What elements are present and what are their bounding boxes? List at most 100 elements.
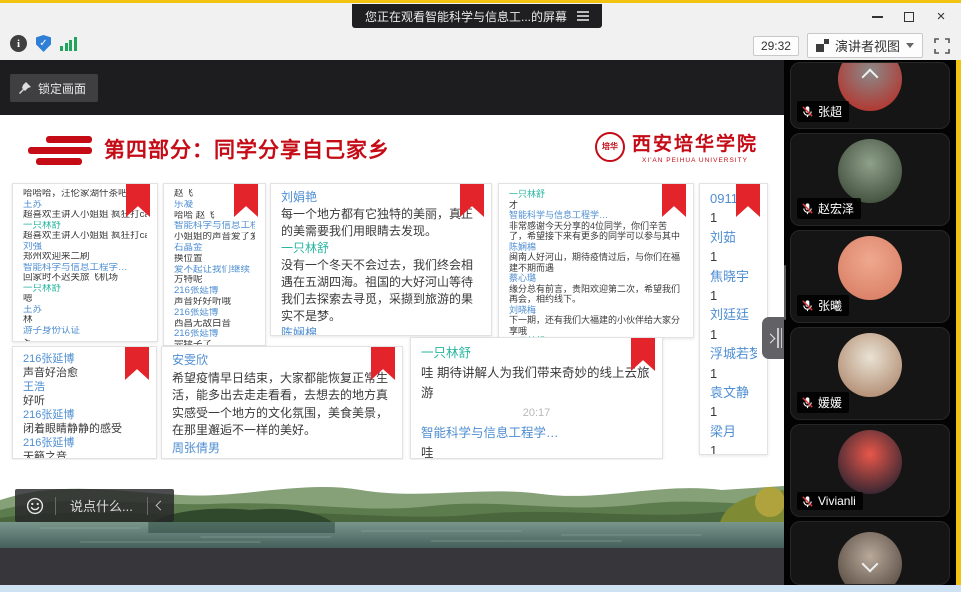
maximize-button[interactable]	[893, 4, 925, 30]
participants-sidebar: 张超 赵宏泽 张曦 媛媛 Vivianli	[784, 60, 956, 585]
chat-username: 智能科学与信息工程学…	[421, 423, 652, 443]
note-card: 09110麻小乖1刘茹1焦晓宇1刘廷廷1浮城若梦1袁文静1梁月1	[699, 183, 768, 455]
chat-username: 216张延博	[174, 286, 255, 297]
chat-message: 1	[710, 364, 757, 383]
chat-message: 希望疫情早日结束，大家都能恢复正常生活，能多出去走走看看，去想去的地方真实感受一…	[172, 370, 392, 440]
chat-username: 焦晓宇	[710, 267, 757, 286]
chevron-left-icon	[156, 501, 166, 511]
chat-message: 杭州的美，在于湖，湖外有湖，山外有山，锦山秀水，期待疫情结束后，大家前来游玩哦	[172, 457, 392, 459]
participant-tile[interactable]: 赵宏泽	[790, 133, 950, 226]
participant-name: 张曦	[818, 297, 842, 314]
smiley-icon	[26, 497, 44, 515]
university-logo: 培华 西安培华学院 XI'AN PEIHUA UNIVERSITY	[595, 129, 758, 164]
participant-tile[interactable]: 张超	[790, 62, 950, 129]
participant-tile[interactable]	[790, 521, 950, 585]
muted-mic-icon	[801, 202, 814, 215]
chat-message: 闽南人好河山，期待疫情过后，与你们在福建不期而遇	[509, 252, 683, 273]
sidebar-toggle-handle[interactable]	[762, 317, 784, 359]
chat-input[interactable]: 说点什么...	[56, 489, 147, 522]
emoji-button[interactable]	[15, 489, 55, 522]
chat-message: 哈哈 赵飞	[174, 211, 255, 222]
screen-share-border-top	[0, 0, 961, 3]
participant-name-badge: 张超	[797, 101, 849, 122]
meeting-info-icon[interactable]: i	[10, 35, 27, 52]
participant-name-badge: 张曦	[797, 295, 849, 316]
chat-username: 一只林舒	[23, 221, 147, 232]
participant-tile[interactable]: Vivianli	[790, 424, 950, 517]
banner-menu-icon[interactable]	[577, 11, 589, 21]
participant-tile[interactable]: 媛媛	[790, 327, 950, 420]
screen-share-border-right	[956, 60, 961, 585]
layout-view-icon	[816, 39, 829, 52]
title-bars-decoration	[28, 136, 94, 166]
chat-username: 刘晓梅	[509, 305, 683, 316]
chat-message: 超喜欢主讲人小姐姐 疯狂打call	[23, 231, 147, 242]
collapse-chat-button[interactable]	[148, 489, 174, 522]
chat-username: 216张延博	[23, 436, 146, 450]
chat-message: 1	[710, 325, 757, 344]
chat-username: 刘强	[23, 242, 147, 253]
participant-name: 张超	[818, 103, 842, 120]
screen-bottom-strip	[0, 548, 784, 585]
note-card: 216张延博声音好治愈王浩好听216张延博闭着眼睛静静的感受216张延博天籁之音	[12, 346, 157, 459]
chat-timestamp: 20:17	[421, 403, 652, 423]
chat-username: 一只林舒	[509, 189, 683, 200]
fullscreen-button[interactable]	[931, 35, 953, 57]
chat-message: 嗯	[23, 294, 147, 305]
note-card: 哈哈哈，汪伦家湖什茶吧王苏超喜欢主讲人小姐姐 疯狂打call一只林舒超喜欢主讲人…	[12, 183, 158, 342]
chat-username: 智能科学与信息工程学…	[174, 221, 255, 232]
chat-username: 王浩	[23, 380, 146, 394]
muted-mic-icon	[801, 495, 814, 508]
chat-message: 闭着眼睛静静的感受	[23, 422, 146, 436]
participant-name: 媛媛	[818, 394, 842, 411]
fullscreen-icon	[934, 38, 950, 54]
drag-grip-icon	[777, 328, 782, 348]
pin-view-button[interactable]: 锁定画面	[10, 74, 98, 102]
participant-tile[interactable]: 张曦	[790, 230, 950, 323]
chat-username: 一只林舒	[281, 240, 481, 257]
chat-username: 安雯欣	[172, 352, 392, 370]
meeting-toolbar: i ✓ 29:32 演讲者视图	[0, 30, 961, 60]
shared-screen-area: 锁定画面 第四部分：同学分享自己家乡 培华 西安培华学院 XI'AN PEIHU…	[0, 60, 784, 585]
chat-message: 天籁之音	[23, 450, 146, 459]
close-button[interactable]: ×	[925, 4, 957, 30]
speaker-view-button[interactable]: 演讲者视图	[807, 33, 923, 58]
sidebar-scrollbar[interactable]	[784, 265, 786, 320]
chevron-down-icon	[906, 43, 914, 48]
university-name-en: XI'AN PEIHUA UNIVERSITY	[642, 157, 748, 164]
chat-input-bar: 说点什么...	[15, 489, 174, 522]
speaker-view-label: 演讲者视图	[835, 36, 900, 55]
slide-title: 第四部分：同学分享自己家乡	[104, 134, 390, 164]
chat-username: 梁月	[710, 422, 757, 441]
chat-username: 浮城若梦	[710, 344, 757, 363]
university-name-cn: 西安培华学院	[632, 129, 758, 156]
chat-username: 刘廷廷	[710, 305, 757, 324]
note-card: 安雯欣希望疫情早日结束，大家都能恢复正常生活，能多出去走走看看，去想去的地方真实…	[161, 346, 403, 459]
minimize-button[interactable]	[861, 4, 893, 30]
chat-username: 一只林舒	[421, 343, 652, 363]
security-shield-icon[interactable]: ✓	[36, 35, 51, 52]
watching-banner[interactable]: 您正在观看智能科学与信息工...的屏幕	[352, 4, 602, 28]
meeting-timer: 29:32	[753, 36, 799, 56]
network-signal-icon[interactable]	[60, 36, 77, 51]
chat-message: 缘分总有前言，贵阳欢迎第二次，希望我们再会，相约线下。	[509, 284, 683, 305]
chat-username: 216张延博	[174, 308, 255, 319]
note-card: 一只林舒才智能科学与信息工程学…非常感谢今天分享的4位同学，你们辛苦了，希望接下…	[498, 183, 694, 338]
window-titlebar: 您正在观看智能科学与信息工...的屏幕 ×	[0, 3, 961, 30]
chat-username: 216张延博	[174, 329, 255, 340]
chat-message: 哇	[421, 443, 652, 459]
chat-message: 方特呢	[174, 275, 255, 286]
chat-username: 陈娴棉	[281, 325, 481, 336]
chat-username: 刘茹	[710, 228, 757, 247]
participant-name-badge: Vivianli	[797, 492, 863, 510]
avatar	[838, 333, 902, 397]
pushpin-icon	[18, 81, 32, 95]
note-card: 刘娟艳每一个地方都有它独特的美丽，真正的美需要我们用眼睛去发现。一只林舒没有一个…	[270, 183, 492, 336]
chevron-right-icon	[766, 333, 776, 343]
chat-message: 1	[710, 208, 757, 227]
chat-message: 声音好好听哦	[174, 297, 255, 308]
chat-message: 西昌无敌白音	[174, 319, 255, 330]
participant-name: Vivianli	[818, 494, 856, 508]
chat-message: 1	[710, 286, 757, 305]
chat-username: 周张倩男	[172, 440, 392, 458]
